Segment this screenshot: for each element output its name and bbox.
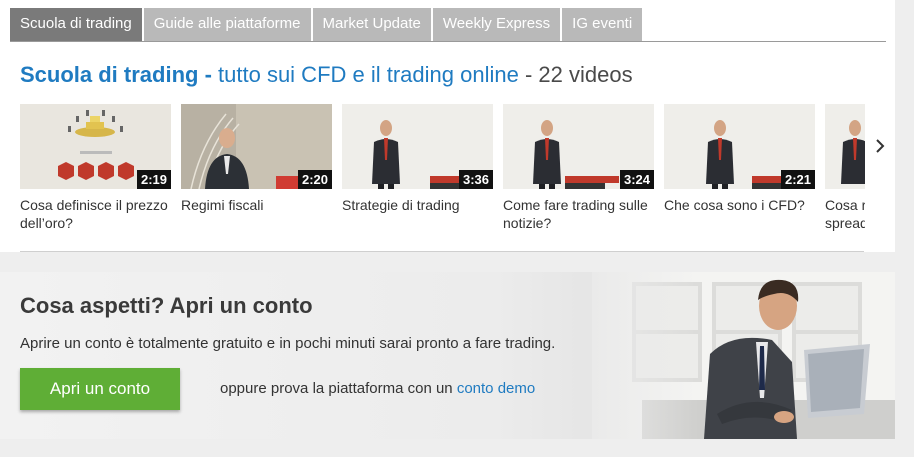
- tab-market-update[interactable]: Market Update: [312, 8, 431, 41]
- video-panel: Scuola di trading Guide alle piattaforme…: [0, 0, 895, 252]
- open-account-banner: Cosa aspetti? Apri un conto Aprire un co…: [0, 272, 895, 439]
- video-carousel: 2:19 Cosa definisce il prezzo dell’oro? …: [20, 104, 865, 234]
- open-account-button[interactable]: Apri un conto: [20, 368, 180, 410]
- businessman-photo: [592, 272, 895, 439]
- video-title[interactable]: Strategie di trading: [342, 196, 493, 214]
- heading-main[interactable]: Scuola di trading: [20, 62, 198, 87]
- demo-prompt-text: oppure prova la piattaforma con un: [220, 380, 457, 397]
- demo-prompt: oppure prova la piattaforma con un conto…: [220, 380, 535, 397]
- video-thumbnail[interactable]: 2:19: [20, 104, 171, 189]
- video-thumbnail[interactable]: 3:24: [503, 104, 654, 189]
- video-count: - 22 videos: [518, 62, 633, 87]
- tab-guide-alle-piattaforme[interactable]: Guide alle piattaforme: [143, 8, 311, 41]
- tab-weekly-express[interactable]: Weekly Express: [432, 8, 561, 41]
- tab-divider: [10, 41, 886, 42]
- heading-separator: -: [198, 62, 219, 87]
- video-card[interactable]: 2:19 Cosa definisce il prezzo dell’oro?: [20, 104, 171, 232]
- video-title[interactable]: Come fare trading sulle notizie?: [503, 196, 654, 232]
- video-card[interactable]: 2:21 Che cosa sono i CFD?: [664, 104, 815, 214]
- video-duration: 3:24: [619, 170, 654, 189]
- video-thumbnail[interactable]: 2:20: [181, 104, 332, 189]
- video-duration: 2:21: [780, 170, 815, 189]
- banner-title: Cosa aspetti? Apri un conto: [20, 293, 313, 318]
- video-card[interactable]: 2:20 Regimi fiscali: [181, 104, 332, 214]
- heading-subtitle[interactable]: tutto sui CFD e il trading online: [218, 62, 519, 87]
- video-thumbnail[interactable]: 3:36: [342, 104, 493, 189]
- video-duration: 2:19: [136, 170, 171, 189]
- video-title[interactable]: Che cosa sono i CFD?: [664, 196, 815, 214]
- video-duration: 2:20: [297, 170, 332, 189]
- section-divider: [20, 251, 864, 252]
- video-thumbnail[interactable]: [825, 104, 865, 189]
- video-card[interactable]: 3:24 Come fare trading sulle notizie?: [503, 104, 654, 232]
- video-title[interactable]: Regimi fiscali: [181, 196, 332, 214]
- video-title[interactable]: Cosa rappresenta lo spread?: [825, 196, 865, 232]
- tab-bar: Scuola di trading Guide alle piattaforme…: [10, 8, 643, 41]
- video-duration: 3:36: [458, 170, 493, 189]
- demo-account-link[interactable]: conto demo: [457, 380, 535, 397]
- tab-ig-eventi[interactable]: IG eventi: [562, 8, 643, 41]
- banner-text: Aprire un conto è totalmente gratuito e …: [20, 335, 556, 352]
- video-card[interactable]: Cosa rappresenta lo spread?: [825, 104, 865, 232]
- video-title[interactable]: Cosa definisce il prezzo dell’oro?: [20, 196, 171, 232]
- video-thumbnail[interactable]: 2:21: [664, 104, 815, 189]
- section-heading: Scuola di trading - tutto sui CFD e il t…: [20, 61, 633, 89]
- video-card[interactable]: 3:36 Strategie di trading: [342, 104, 493, 214]
- tab-scuola-di-trading[interactable]: Scuola di trading: [10, 8, 142, 41]
- chevron-right-icon[interactable]: [872, 137, 888, 155]
